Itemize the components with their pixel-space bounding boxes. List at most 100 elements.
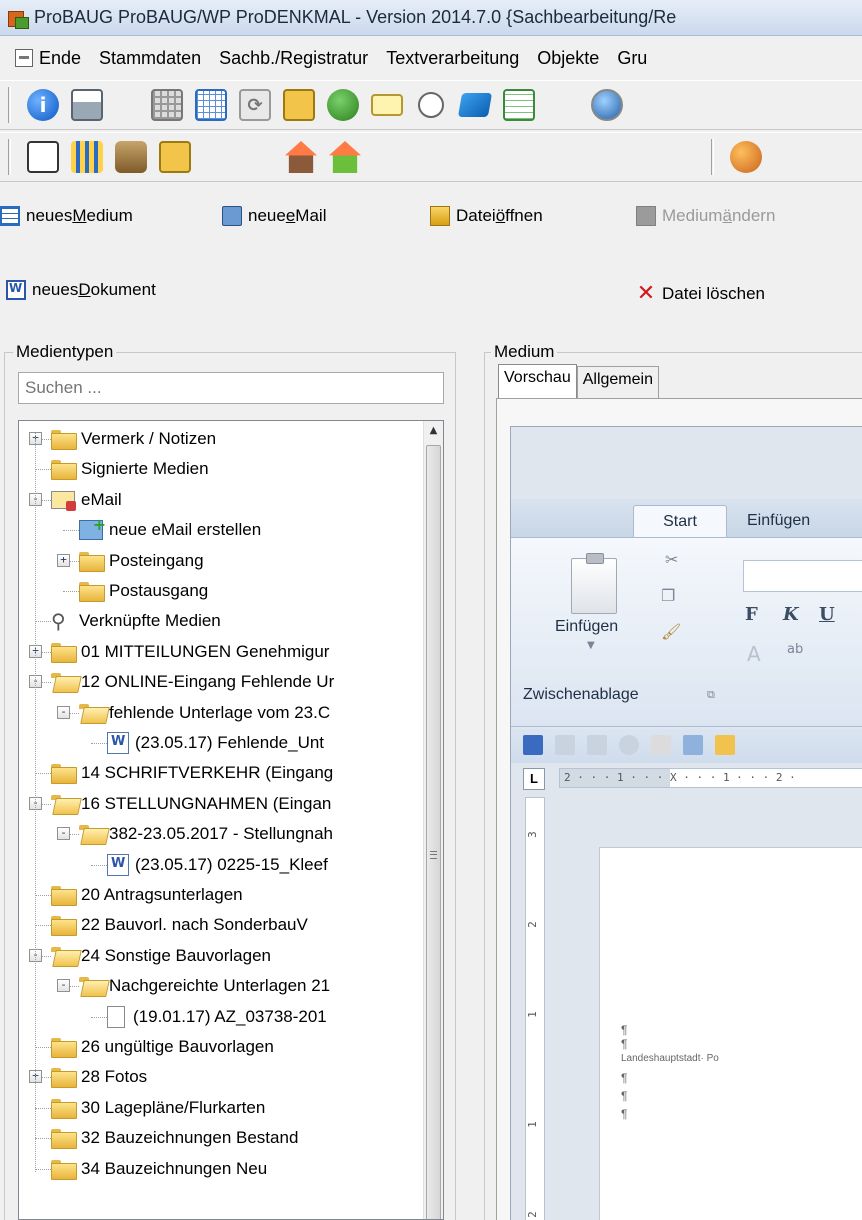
ribbon: ✂ ❐ 🖌 Einfügen ▼ F K U A ab Zwischenabla…	[511, 537, 862, 727]
sync-button[interactable]: ⟳	[236, 86, 274, 124]
refresh-icon[interactable]	[619, 735, 639, 755]
tree-node[interactable]: Postausgang	[79, 576, 208, 606]
paste-label[interactable]: Einfügen	[555, 618, 618, 636]
tree-node[interactable]: 14 SCHRIFTVERKEHR (Eingang	[51, 758, 333, 788]
tree-node[interactable]: ⚲ Verknüpfte Medien	[51, 606, 221, 636]
paste-dropdown-icon[interactable]: ▼	[587, 640, 595, 651]
tree-node[interactable]: 01 MITTEILUNGEN Genehmigur	[51, 637, 329, 667]
copy-icon[interactable]: ❐	[661, 586, 675, 605]
tree-node-label: neue eMail erstellen	[109, 520, 262, 540]
pilcrow: ¶	[621, 1107, 628, 1121]
delete-file-button[interactable]: ✕ Datei löschen	[636, 283, 765, 305]
menu-sachb-registratur[interactable]: Sachb./Registratur	[210, 37, 377, 79]
tree-node[interactable]: neue eMail erstellen	[79, 515, 261, 545]
menu-gru[interactable]: Gru	[608, 37, 656, 79]
scroll-up-arrow-icon[interactable]: ▲	[424, 421, 443, 441]
tree-node[interactable]: Vermerk / Notizen	[51, 424, 216, 454]
undo-icon[interactable]	[555, 735, 575, 755]
collapse-icon[interactable]: -	[57, 979, 70, 993]
menu-stammdaten[interactable]: Stammdaten	[90, 37, 210, 79]
font-name-box[interactable]	[743, 560, 862, 592]
tree-node[interactable]: 22 Bauvorl. nach SonderbauV	[51, 910, 308, 940]
italic-button[interactable]: K	[783, 604, 799, 625]
toolbar-grip[interactable]	[8, 87, 11, 123]
folder-open-icon	[79, 977, 103, 995]
house-add-button[interactable]	[326, 138, 364, 176]
calculator-button[interactable]	[148, 86, 186, 124]
calendar-button[interactable]	[192, 86, 230, 124]
tab-vorschau[interactable]: Vorschau	[498, 364, 577, 398]
highlight-icon[interactable]: ab	[787, 642, 803, 657]
open-file-button[interactable]: Datei ö ffnen	[430, 206, 543, 226]
menu-textverarbeitung[interactable]: Textverarbeitung	[377, 37, 528, 79]
format-painter-icon[interactable]: 🖌	[661, 622, 681, 641]
message-button[interactable]	[368, 86, 406, 124]
redo-icon[interactable]	[587, 735, 607, 755]
tree-node[interactable]: (23.05.17) 0225-15_Kleef	[107, 850, 328, 880]
stack-button[interactable]	[112, 138, 150, 176]
underline-button[interactable]: U	[819, 604, 835, 625]
book-button[interactable]	[456, 86, 494, 124]
folder-icon	[51, 430, 77, 450]
vruler-mark: 1	[525, 1011, 539, 1018]
document-info-button[interactable]	[280, 86, 318, 124]
expand-icon[interactable]: +	[57, 553, 70, 567]
paste-icon[interactable]	[571, 553, 617, 614]
edit-button[interactable]	[24, 138, 62, 176]
text-effects-icon[interactable]: A	[747, 642, 761, 666]
new-medium-button[interactable]: neues Medium	[0, 206, 133, 226]
tree-node[interactable]: (19.01.17) AZ_03738-201	[107, 1002, 327, 1032]
scroll-thumb[interactable]	[426, 445, 441, 1219]
tree-node[interactable]: 34 Bauzeichnungen Neu	[51, 1154, 267, 1184]
globe-button[interactable]	[324, 86, 362, 124]
tree-node[interactable]: (23.05.17) Fehlende_Unt	[107, 728, 324, 758]
new-doc-icon[interactable]	[651, 735, 671, 755]
document-page[interactable]	[599, 847, 862, 1220]
tree-node[interactable]: Signierte Medien	[51, 454, 209, 484]
dialog-launcher-icon[interactable]: ⧉	[707, 688, 715, 702]
file-info-button[interactable]	[156, 138, 194, 176]
sheet-button[interactable]	[500, 86, 538, 124]
toolbar-grip[interactable]	[711, 139, 714, 175]
tree-scrollbar[interactable]: ▲	[423, 421, 443, 1219]
save-icon[interactable]	[523, 735, 543, 755]
menu-ende[interactable]: Ende	[6, 37, 90, 79]
people-button[interactable]	[727, 138, 765, 176]
tree-node[interactable]: 32 Bauzeichnungen Bestand	[51, 1123, 298, 1153]
tree-node[interactable]: 26 ungültige Bauvorlagen	[51, 1032, 274, 1062]
tab-allgemein[interactable]: Allgemein	[576, 366, 659, 398]
tab-selector[interactable]: L	[523, 768, 545, 790]
print-preview-icon[interactable]	[683, 735, 703, 755]
grid-button[interactable]	[68, 138, 106, 176]
print-button[interactable]	[68, 86, 106, 124]
new-email-button[interactable]: neue e Mail	[222, 206, 326, 226]
search-document-button[interactable]	[412, 86, 450, 124]
media-search-input[interactable]	[18, 372, 444, 404]
change-medium-button[interactable]: Medium ä ndern	[636, 206, 775, 226]
collapse-icon[interactable]: -	[57, 705, 70, 719]
bold-button[interactable]: F	[745, 604, 758, 625]
tree-node[interactable]: Posteingang	[79, 546, 204, 576]
ribbon-tab-start[interactable]: Start	[633, 505, 727, 537]
tree-node[interactable]: fehlende Unterlage vom 23.C	[79, 698, 330, 728]
toolbar-grip[interactable]	[8, 139, 11, 175]
tree-node[interactable]: Nachgereichte Unterlagen 21	[79, 971, 330, 1001]
tree-node[interactable]: 382-23.05.2017 - Stellungnah	[79, 819, 333, 849]
tree-node[interactable]: 24 Sonstige Bauvorlagen	[51, 941, 271, 971]
tree-node[interactable]: 28 Fotos	[51, 1062, 147, 1092]
new-document-button[interactable]: neues Dokument	[6, 280, 156, 300]
house-search-button[interactable]	[282, 138, 320, 176]
tree-node[interactable]: 12 ONLINE-Eingang Fehlende Ur	[51, 667, 334, 697]
tree-node[interactable]: 16 STELLUNGNAHMEN (Eingan	[51, 789, 331, 819]
collapse-icon[interactable]: -	[57, 827, 70, 841]
tree-node[interactable]: eMail	[51, 485, 122, 515]
tree-node[interactable]: 20 Antragsunterlagen	[51, 880, 243, 910]
tree-node[interactable]: 30 Lagepläne/Flurkarten	[51, 1093, 265, 1123]
ribbon-tab-einfuegen[interactable]: Einfügen	[747, 505, 810, 537]
info-button[interactable]: i	[24, 86, 62, 124]
web-button[interactable]	[588, 86, 626, 124]
open-icon[interactable]	[715, 735, 735, 755]
cut-icon[interactable]: ✂	[665, 550, 678, 569]
menu-objekte[interactable]: Objekte	[528, 37, 608, 79]
link-icon: ⚲	[51, 609, 66, 634]
